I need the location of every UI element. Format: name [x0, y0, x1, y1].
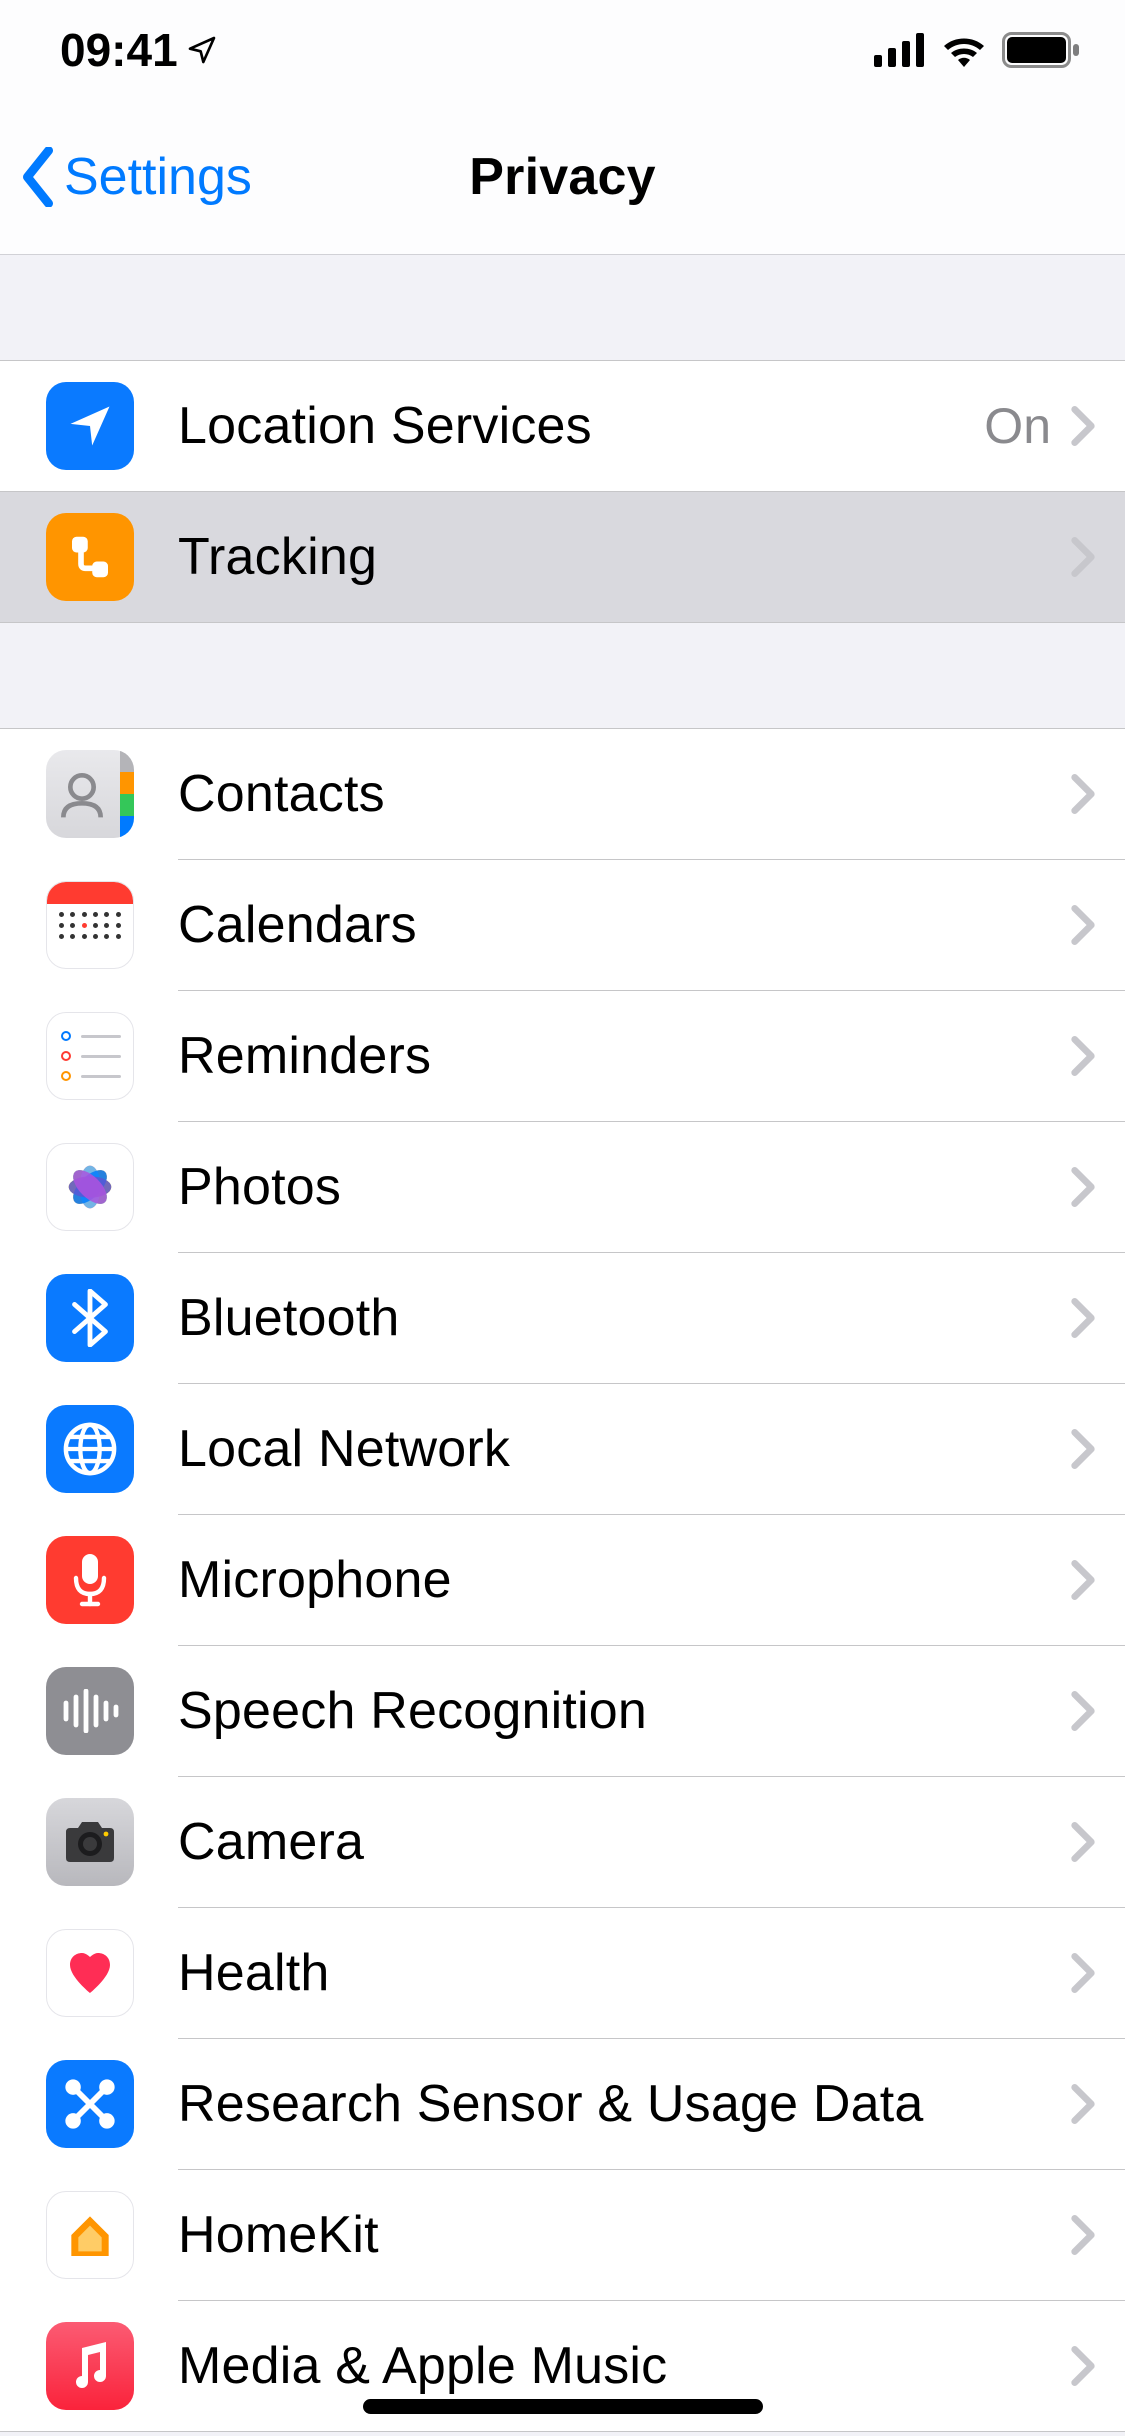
row-research-sensor[interactable]: Research Sensor & Usage Data [0, 2039, 1125, 2169]
health-icon [46, 1929, 134, 2017]
media-apple-music-icon [46, 2322, 134, 2410]
chevron-right-icon [1071, 1036, 1095, 1076]
row-homekit[interactable]: HomeKit [0, 2170, 1125, 2300]
chevron-right-icon [1071, 1167, 1095, 1207]
row-label: Photos [178, 1157, 1071, 1217]
row-label: Contacts [178, 764, 1071, 824]
row-camera[interactable]: Camera [0, 1777, 1125, 1907]
chevron-right-icon [1071, 1953, 1095, 1993]
row-label: Speech Recognition [178, 1681, 1071, 1741]
homekit-icon [46, 2191, 134, 2279]
row-label: HomeKit [178, 2205, 1071, 2265]
home-indicator[interactable] [363, 2399, 763, 2414]
row-label: Camera [178, 1812, 1071, 1872]
contacts-icon [46, 750, 134, 838]
chevron-right-icon [1071, 1560, 1095, 1600]
wifi-icon [940, 33, 988, 67]
row-microphone[interactable]: Microphone [0, 1515, 1125, 1645]
chevron-right-icon [1071, 1691, 1095, 1731]
chevron-right-icon [1071, 2084, 1095, 2124]
chevron-right-icon [1071, 2215, 1095, 2255]
research-sensor-icon [46, 2060, 134, 2148]
row-label: Location Services [178, 396, 984, 456]
tracking-icon [46, 513, 134, 601]
chevron-right-icon [1071, 2346, 1095, 2386]
row-label: Microphone [178, 1550, 1071, 1610]
row-bluetooth[interactable]: Bluetooth [0, 1253, 1125, 1383]
chevron-right-icon [1071, 406, 1095, 446]
row-label: Tracking [178, 527, 1071, 587]
row-contacts[interactable]: Contacts [0, 729, 1125, 859]
row-value: On [984, 397, 1051, 455]
row-local-network[interactable]: Local Network [0, 1384, 1125, 1514]
row-health[interactable]: Health [0, 1908, 1125, 2038]
row-label: Bluetooth [178, 1288, 1071, 1348]
row-photos[interactable]: Photos [0, 1122, 1125, 1252]
camera-icon [46, 1798, 134, 1886]
chevron-right-icon [1071, 537, 1095, 577]
row-location-services[interactable]: Location Services On [0, 361, 1125, 491]
row-reminders[interactable]: Reminders [0, 991, 1125, 1121]
battery-icon [1002, 32, 1080, 68]
chevron-right-icon [1071, 774, 1095, 814]
chevron-right-icon [1071, 1429, 1095, 1469]
calendars-icon [46, 881, 134, 969]
status-time-text: 09:41 [60, 23, 178, 77]
nav-bar: Settings Privacy [0, 100, 1125, 255]
row-label: Calendars [178, 895, 1071, 955]
chevron-right-icon [1071, 905, 1095, 945]
row-label: Reminders [178, 1026, 1071, 1086]
row-calendars[interactable]: Calendars [0, 860, 1125, 990]
row-label: Research Sensor & Usage Data [178, 2074, 1071, 2134]
row-label: Health [178, 1943, 1071, 2003]
chevron-right-icon [1071, 1298, 1095, 1338]
status-time: 09:41 [60, 23, 218, 77]
photos-icon [46, 1143, 134, 1231]
reminders-icon [46, 1012, 134, 1100]
location-arrow-icon [186, 34, 218, 66]
microphone-icon [46, 1536, 134, 1624]
row-speech-recognition[interactable]: Speech Recognition [0, 1646, 1125, 1776]
row-label: Local Network [178, 1419, 1071, 1479]
speech-recognition-icon [46, 1667, 134, 1755]
cellular-icon [874, 33, 926, 67]
settings-group-1: Location Services On Tracking [0, 360, 1125, 623]
back-button[interactable]: Settings [18, 147, 252, 207]
row-tracking[interactable]: Tracking [0, 492, 1125, 622]
row-label: Media & Apple Music [178, 2336, 1071, 2396]
back-label: Settings [64, 147, 252, 207]
bluetooth-icon [46, 1274, 134, 1362]
location-services-icon [46, 382, 134, 470]
local-network-icon [46, 1405, 134, 1493]
group-spacer [0, 255, 1125, 360]
status-bar: 09:41 [0, 0, 1125, 100]
group-spacer [0, 623, 1125, 728]
status-indicators [874, 32, 1080, 68]
settings-group-2: Contacts Calendars Reminders Photos [0, 728, 1125, 2432]
chevron-left-icon [18, 147, 58, 207]
chevron-right-icon [1071, 1822, 1095, 1862]
